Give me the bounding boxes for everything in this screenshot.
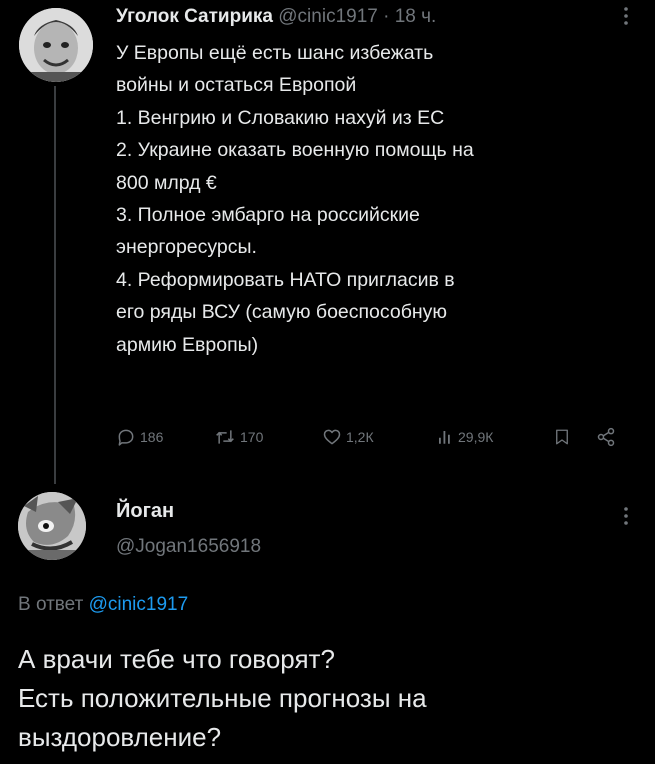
- tweet-text-line: войны и остаться Европой: [116, 74, 357, 97]
- tweet-text-line: У Европы ещё есть шанс избежать: [116, 42, 434, 64]
- author-handle[interactable]: @cinic1917: [278, 6, 378, 27]
- share-icon: [597, 427, 615, 447]
- reply-to: В ответ @cinic1917: [18, 594, 188, 616]
- reply-text: А врачи тебе что говорят? Есть положител…: [18, 640, 638, 757]
- retweet-count: 170: [240, 429, 264, 445]
- tweet-actions: 186 170 1,2К 29,9К: [0, 422, 655, 452]
- reply-to-prefix: В ответ: [18, 594, 84, 615]
- share-button[interactable]: [596, 422, 616, 452]
- tweet-header: Уголок Сатирика @cinic1917 · 18 ч.: [116, 6, 436, 28]
- retweet-icon: [216, 430, 234, 444]
- tweet-text-line: 800 млрд €: [116, 171, 217, 194]
- tweet-text-line: 4. Реформировать НАТО пригласив в: [116, 268, 455, 291]
- author-name[interactable]: Уголок Сатирика: [116, 6, 273, 27]
- retweet-button[interactable]: 170: [214, 422, 263, 452]
- tweet-text-line: армию Европы): [116, 333, 259, 356]
- avatar-image: [19, 8, 93, 82]
- views-count: 29,9К: [458, 429, 494, 445]
- more-icon[interactable]: [616, 504, 636, 528]
- avatar[interactable]: [18, 492, 86, 560]
- reply-count: 186: [140, 429, 164, 445]
- like-icon: [323, 429, 341, 445]
- bookmark-icon: [556, 429, 568, 445]
- tweet-text: У Европы ещё есть шанс избежать войны и …: [116, 37, 636, 361]
- reply-text-line: А врачи тебе что говорят?: [18, 644, 335, 674]
- tweet-time[interactable]: 18 ч.: [395, 6, 437, 27]
- reply-to-link[interactable]: @cinic1917: [89, 594, 189, 615]
- tweet-text-line: 2. Украине оказать военную помощь на: [116, 139, 474, 162]
- bookmark-button[interactable]: [553, 422, 571, 452]
- tweet-text-line: 1. Венгрию и Словакию нахуй из ЕС: [116, 106, 445, 129]
- author-handle[interactable]: @Jogan1656918: [116, 536, 261, 558]
- avatar-image: [18, 492, 86, 560]
- separator: ·: [383, 6, 390, 27]
- reply-icon: [118, 429, 134, 446]
- like-count: 1,2К: [346, 429, 374, 445]
- tweet-text-line: энергоресурсы.: [116, 236, 257, 259]
- avatar[interactable]: [19, 8, 93, 82]
- like-button[interactable]: 1,2К: [322, 422, 374, 452]
- reply-text-line: выздоровление?: [18, 722, 222, 752]
- views-button[interactable]: 29,9К: [436, 422, 493, 452]
- tweet-text-line: 3. Полное эмбарго на российские: [116, 204, 420, 227]
- reply-text-line: Есть положительные прогнозы на: [18, 683, 427, 713]
- reply-button[interactable]: 186: [116, 422, 163, 452]
- author-name[interactable]: Йоган: [116, 500, 174, 523]
- more-icon[interactable]: [616, 4, 636, 28]
- tweet-text-line: его ряды ВСУ (самую боеспособную: [116, 301, 448, 324]
- views-icon: [439, 431, 450, 444]
